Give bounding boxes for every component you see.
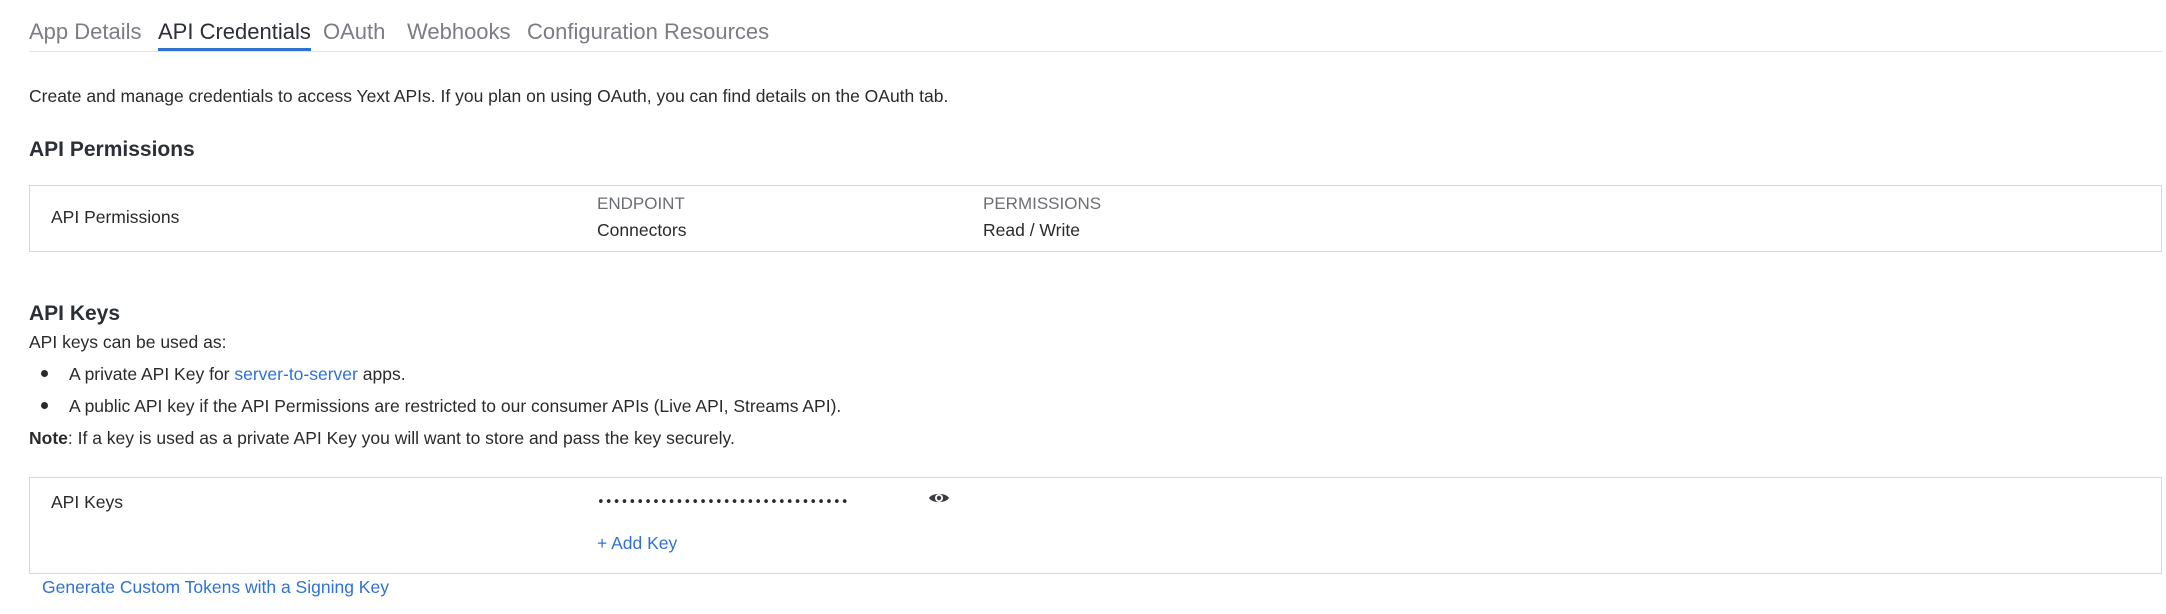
note-label: Note: [29, 428, 68, 448]
list-item: A public API key if the API Permissions …: [69, 396, 842, 416]
list-bullet: [41, 370, 48, 377]
intro-text: Create and manage credentials to access …: [29, 86, 949, 106]
api-permissions-panel: API Permissions ENDPOINT Connectors PERM…: [29, 185, 2162, 252]
bullet1-suffix: apps.: [362, 364, 406, 384]
security-note: Note: If a key is used as a private API …: [29, 426, 735, 450]
server-to-server-link[interactable]: server-to-server: [234, 364, 358, 384]
tab-oauth[interactable]: OAuth: [323, 17, 385, 47]
add-key-button[interactable]: + Add Key: [597, 531, 677, 555]
list-item: A private API Key for server-to-server a…: [69, 362, 406, 386]
tab-app-details[interactable]: App Details: [29, 17, 142, 47]
note-text: : If a key is used as a private API Key …: [67, 428, 735, 448]
app-credentials-page: App Details API Credentials OAuth Webhoo…: [29, 0, 2163, 597]
endpoint-column-header: ENDPOINT: [597, 194, 685, 213]
bullet1-prefix: A private API Key for: [69, 364, 230, 384]
masked-api-key: ••••••••••••••••••••••••••••••••: [597, 495, 849, 510]
tab-bar: App Details API Credentials OAuth Webhoo…: [29, 0, 2163, 52]
tab-webhooks[interactable]: Webhooks: [407, 17, 511, 47]
endpoint-value: Connectors: [597, 220, 687, 240]
tab-configuration-resources[interactable]: Configuration Resources: [527, 17, 769, 47]
api-keys-row-label: API Keys: [51, 492, 123, 512]
permissions-column-header: PERMISSIONS: [983, 194, 1102, 213]
list-bullet: [41, 402, 48, 409]
api-permissions-row-label: API Permissions: [51, 207, 180, 227]
generate-custom-tokens-link[interactable]: Generate Custom Tokens with a Signing Ke…: [42, 575, 389, 599]
api-keys-subtitle: API keys can be used as:: [29, 332, 227, 352]
api-keys-heading: API Keys: [29, 302, 121, 325]
eye-icon[interactable]: [928, 490, 950, 506]
api-keys-panel: API Keys •••••••••••••••••••••••••••••••…: [29, 477, 2162, 574]
api-permissions-heading: API Permissions: [29, 138, 195, 161]
permissions-value: Read / Write: [983, 220, 1080, 240]
tab-api-credentials[interactable]: API Credentials: [158, 17, 311, 51]
